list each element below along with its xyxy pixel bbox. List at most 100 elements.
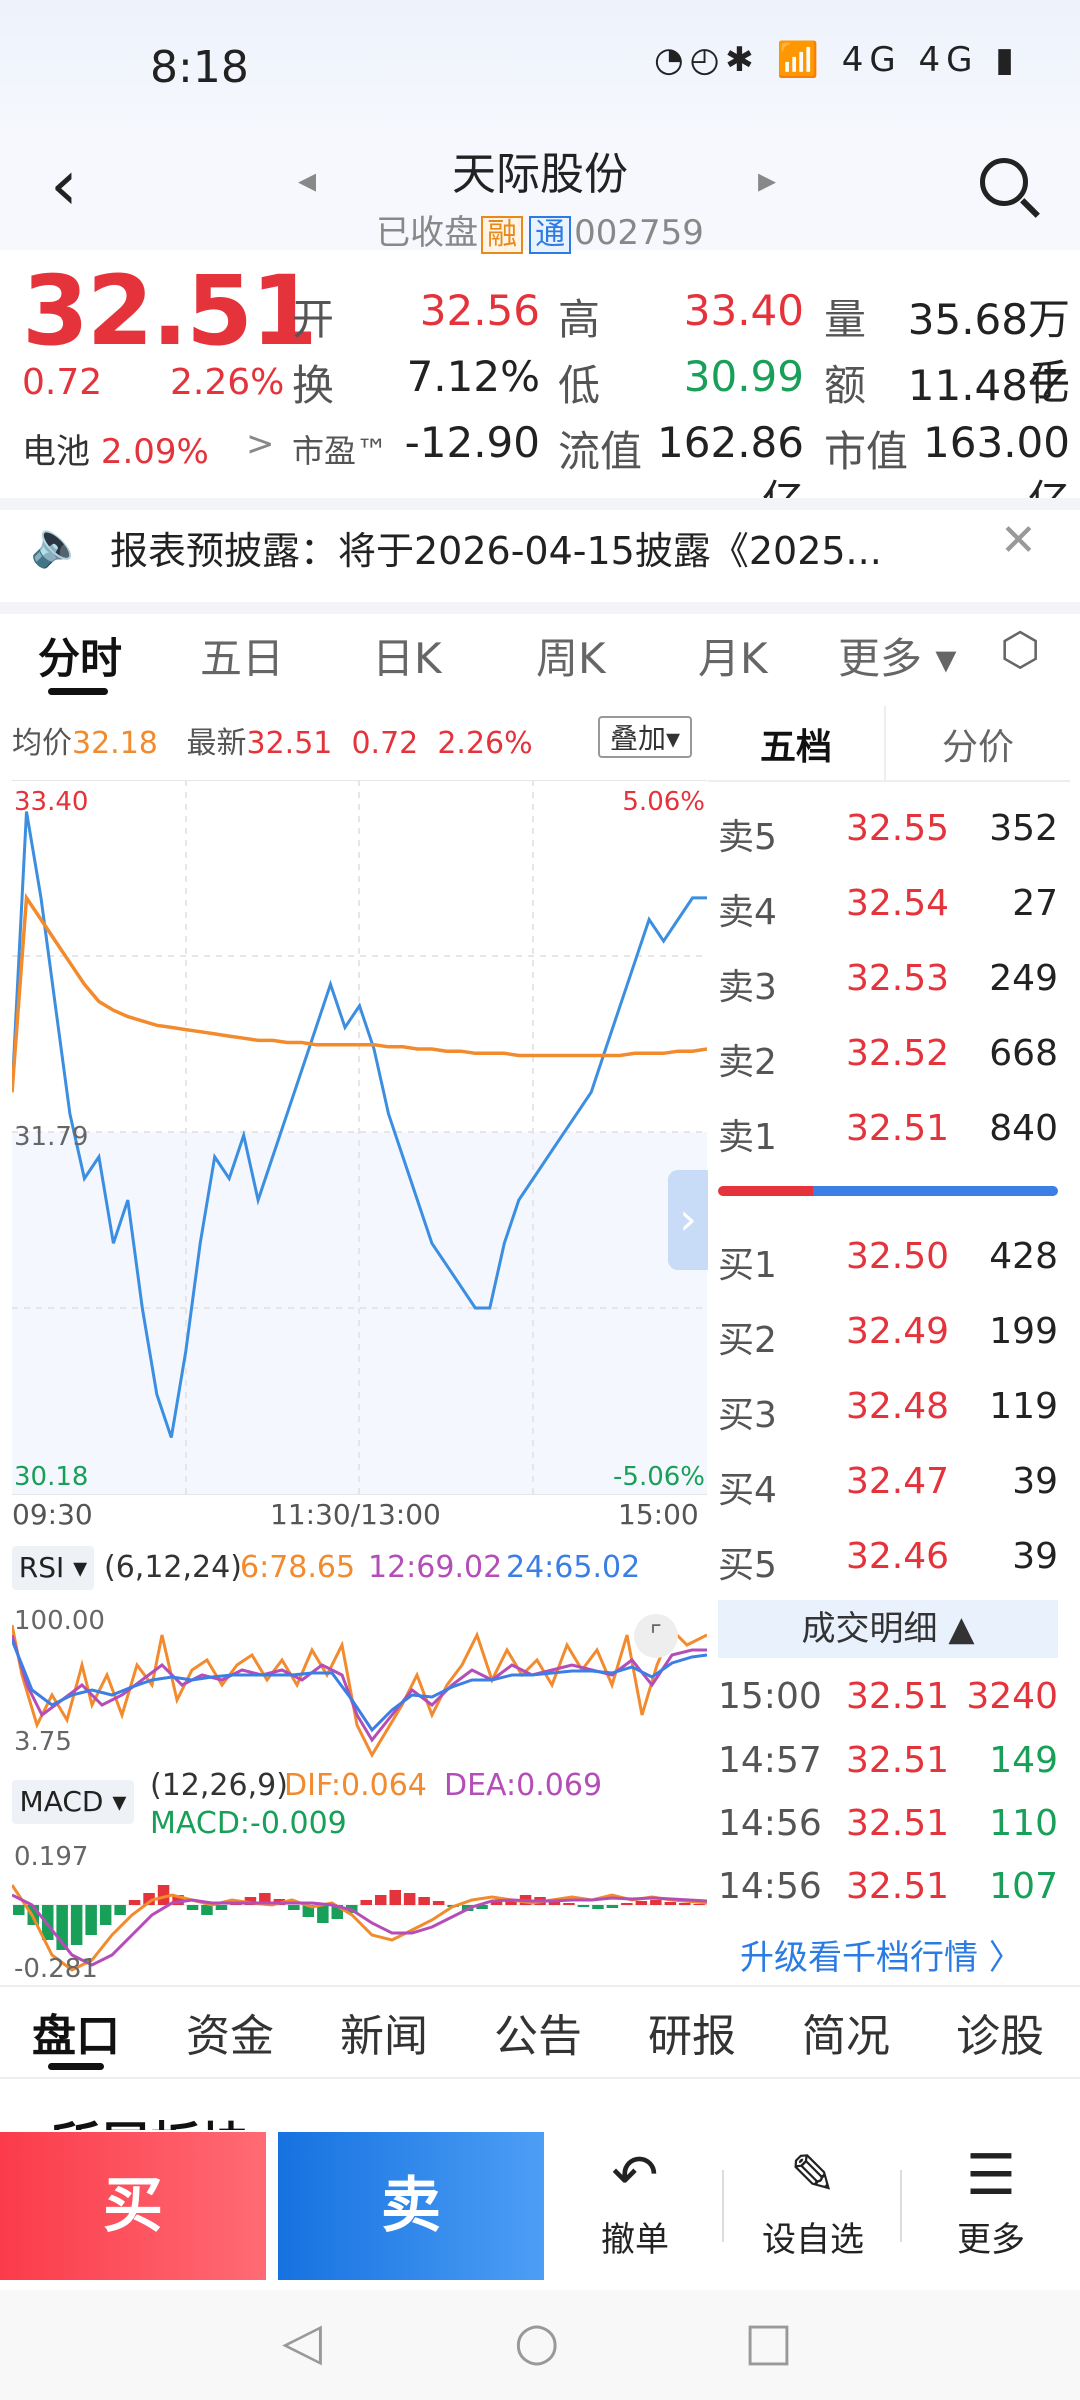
sector-info[interactable]: 电池 2.09%	[22, 424, 209, 473]
menu-icon: ☰	[965, 2143, 1017, 2208]
avg-label: 均价	[12, 726, 72, 761]
tab-weekly-k[interactable]: 周K	[536, 625, 606, 686]
macd-top-label: 0.197	[14, 1845, 88, 1872]
ask-volume: 352	[989, 808, 1058, 849]
trade-row: 15:00 32.51 3240	[718, 1676, 1058, 1738]
macd-bar	[389, 1890, 401, 1905]
macd-bar	[418, 1897, 430, 1905]
macd-bar	[606, 1905, 619, 1908]
price-change: 0.72	[22, 362, 103, 403]
bid-label: 买3	[718, 1395, 777, 1436]
bid-price: 32.47	[846, 1461, 950, 1502]
high-value: 33.40	[683, 286, 804, 335]
volume-label: 量	[824, 295, 867, 344]
tab-five-day[interactable]: 五日	[200, 625, 284, 686]
y-max-label: 33.40	[14, 787, 88, 817]
tab-research[interactable]: 研报	[648, 2000, 736, 2064]
notice-text[interactable]: 报表预披露：将于2026-04-15披露《2025...	[110, 520, 882, 575]
x-label-close: 15:00	[618, 1498, 699, 1531]
avg-value: 32.18	[72, 726, 158, 761]
tab-diagnosis[interactable]: 诊股	[956, 2000, 1044, 2064]
tab-news[interactable]: 新闻	[340, 2000, 428, 2064]
ask-label: 卖3	[718, 967, 777, 1008]
ask-row: 卖5 32.55 352	[718, 808, 1058, 882]
tab-monthly-k[interactable]: 月K	[698, 625, 768, 686]
intraday-chart: 33.40 31.79 30.18 5.06% -5.06%	[12, 780, 707, 1495]
macd-dea: DEA:0.069	[444, 1768, 603, 1803]
bid-row: 买5 32.46 39	[718, 1536, 1058, 1610]
close-icon[interactable]: ✕	[1000, 515, 1037, 566]
pe-label: 市盈™	[292, 432, 389, 470]
stock-title: 天际股份	[452, 149, 628, 200]
rsi-params: (6,12,24)	[104, 1550, 242, 1585]
tab-price-dist[interactable]: 分价	[942, 718, 1014, 770]
buy-button[interactable]: 买	[0, 2132, 266, 2280]
macd-bar	[635, 1901, 648, 1905]
ask-price: 32.52	[846, 1033, 950, 1074]
trade-time: 14:56	[718, 1803, 822, 1844]
macd-bar	[577, 1905, 590, 1907]
status-time: 8:18	[150, 42, 249, 93]
y-mid-label: 31.79	[14, 1122, 88, 1152]
latest-label: 最新	[186, 726, 247, 761]
chevron-right-icon[interactable]: >	[246, 424, 275, 464]
trade-detail-header[interactable]: 成交明细 ▲	[718, 1600, 1058, 1658]
trade-volume: 3240	[966, 1676, 1058, 1717]
tab-more[interactable]: 更多 ▾	[838, 625, 956, 686]
low-value: 30.99	[683, 352, 804, 401]
turnover-label: 换	[292, 361, 335, 410]
pe-value: -12.90	[404, 418, 540, 467]
nav-back-icon[interactable]: ◁	[282, 2312, 322, 2372]
market-status: 已收盘	[376, 213, 479, 253]
bottom-tab-indicator	[48, 2063, 104, 2070]
bid-price: 32.49	[846, 1311, 950, 1352]
macd-bar	[621, 1903, 633, 1905]
bid-label: 买5	[718, 1545, 777, 1586]
tab-announcements[interactable]: 公告	[494, 2000, 582, 2064]
undo-icon: ↶	[611, 2143, 659, 2208]
macd-value: MACD:-0.009	[150, 1806, 347, 1841]
trade-volume: 107	[989, 1866, 1058, 1907]
bid-row: 买2 32.49 199	[718, 1311, 1058, 1385]
ask-price: 32.55	[846, 808, 950, 849]
search-icon[interactable]	[980, 158, 1028, 206]
ratio-sell	[718, 1186, 814, 1196]
more-button[interactable]: ☰ 更多	[916, 2140, 1066, 2261]
divider	[722, 2170, 724, 2242]
ask-volume: 27	[1012, 883, 1058, 924]
pct-min-label: -5.06%	[613, 1462, 705, 1492]
ask-price: 32.54	[846, 883, 950, 924]
tab-profile[interactable]: 简况	[802, 2000, 890, 2064]
tab-order-book[interactable]: 盘口	[32, 2000, 120, 2064]
trade-row: 14:56 32.51 110	[718, 1803, 1058, 1865]
cancel-order-button[interactable]: ↶ 撤单	[560, 2140, 710, 2261]
tab-daily-k[interactable]: 日K	[372, 625, 442, 686]
fullscreen-icon[interactable]: ⌜	[634, 1614, 678, 1658]
tab-five-levels[interactable]: 五档	[760, 718, 832, 770]
macd-bar	[650, 1900, 662, 1905]
x-label-open: 09:30	[12, 1498, 93, 1531]
latest-value: 32.51	[246, 726, 333, 761]
bid-label: 买1	[718, 1245, 777, 1286]
tab-intraday[interactable]: 分时	[38, 625, 122, 686]
macd-bar	[317, 1905, 329, 1923]
trade-volume: 110	[989, 1803, 1058, 1844]
settings-hex-icon[interactable]: ⬡	[1000, 622, 1040, 676]
nav-home-icon[interactable]: ○	[514, 2312, 559, 2372]
macd-select[interactable]: MACD ▾	[12, 1780, 134, 1824]
y-min-label: 30.18	[14, 1462, 88, 1492]
nav-recent-icon[interactable]: □	[744, 2312, 793, 2372]
add-watchlist-button[interactable]: ✎ 设自选	[738, 2140, 888, 2261]
expand-panel-button[interactable]: ›	[668, 1170, 708, 1270]
ask-label: 卖1	[718, 1117, 777, 1158]
overlay-select[interactable]: 叠加▾	[598, 716, 692, 758]
amount-value: 11.48亿	[907, 361, 1070, 410]
ask-price: 32.51	[846, 1108, 950, 1149]
upgrade-level2-link[interactable]: 升级看千档行情 〉	[740, 1930, 1023, 1979]
pct-max-label: 5.06%	[622, 787, 705, 817]
bid-volume: 39	[1012, 1536, 1058, 1577]
sell-button[interactable]: 卖	[278, 2132, 544, 2280]
tab-funds[interactable]: 资金	[186, 2000, 274, 2064]
stock-subtitle: 已收盘融通 002759	[0, 205, 1080, 254]
rsi-select[interactable]: RSI ▾	[12, 1546, 94, 1590]
